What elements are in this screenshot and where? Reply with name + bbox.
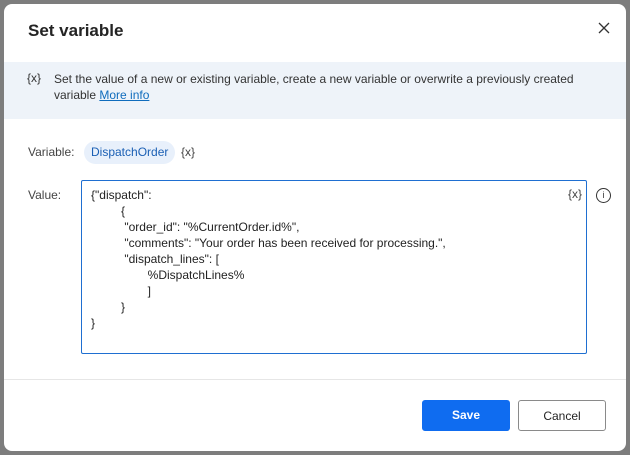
value-text[interactable]: {"dispatch": { "order_id": "%CurrentOrde… <box>91 187 446 331</box>
variable-label: Variable: <box>28 145 75 159</box>
more-info-link[interactable]: More info <box>99 88 149 102</box>
info-banner: {x} Set the value of a new or existing v… <box>4 62 626 119</box>
info-text: Set the value of a new or existing varia… <box>54 72 574 102</box>
footer-divider <box>4 379 626 380</box>
variable-icon: {x} <box>27 71 42 85</box>
save-button[interactable]: Save <box>422 400 510 431</box>
close-icon[interactable] <box>594 18 614 38</box>
dialog-title: Set variable <box>28 21 124 40</box>
variable-name-chip[interactable]: DispatchOrder <box>84 141 176 164</box>
variable-picker-icon[interactable]: {x} <box>181 145 195 159</box>
set-variable-dialog: Set variable {x} Set the value of a new … <box>4 4 626 451</box>
value-label: Value: <box>28 188 62 202</box>
value-variable-picker-icon[interactable]: {x} <box>568 187 582 201</box>
cancel-button[interactable]: Cancel <box>518 400 606 431</box>
info-icon[interactable]: i <box>596 188 611 203</box>
value-input[interactable]: {"dispatch": { "order_id": "%CurrentOrde… <box>81 180 587 354</box>
